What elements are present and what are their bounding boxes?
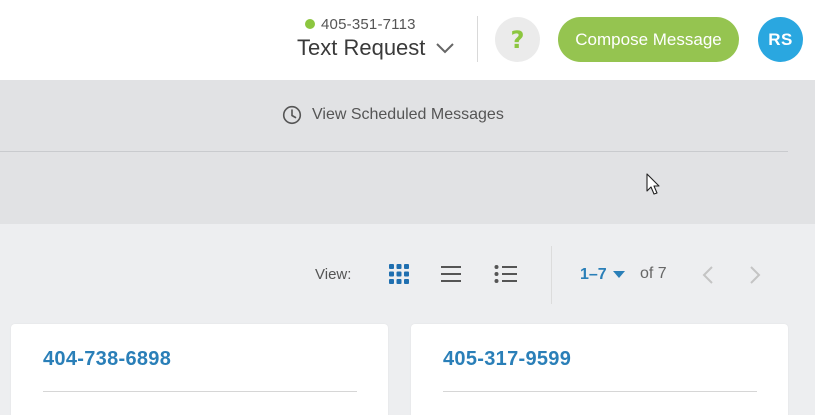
mouse-cursor-icon <box>646 173 660 195</box>
account-phone-number: 405-351-7113 <box>321 15 416 33</box>
list-view-icon <box>441 266 461 282</box>
caret-down-icon <box>612 271 625 278</box>
account-name: Text Request <box>297 35 426 60</box>
help-button[interactable]: ? <box>495 17 540 62</box>
list-view-button[interactable] <box>438 262 464 286</box>
chevron-down-icon[interactable] <box>435 41 455 55</box>
previous-page-button[interactable] <box>698 264 718 286</box>
card-phone-number[interactable]: 405-317-9599 <box>443 348 571 371</box>
compose-message-button[interactable]: Compose Message <box>558 17 739 62</box>
page-range: 1–7 <box>580 266 607 283</box>
conversation-card[interactable]: 404-738-6898 <box>11 324 388 415</box>
card-phone-number[interactable]: 404-738-6898 <box>43 348 171 371</box>
card-divider <box>443 391 757 392</box>
top-header: 405-351-7113 Text Request ? Compose Mess… <box>0 0 815 80</box>
scheduled-messages-label: View Scheduled Messages <box>312 106 504 123</box>
clock-icon <box>282 105 302 125</box>
chevron-right-icon <box>750 266 761 284</box>
page-range-selector[interactable]: 1–7 <box>580 265 625 285</box>
card-divider <box>43 391 357 392</box>
account-phone-row: 405-351-7113 <box>305 15 416 33</box>
next-page-button[interactable] <box>745 264 765 286</box>
grid-view-button[interactable] <box>386 262 412 286</box>
account-name-row: Text Request <box>297 34 455 62</box>
header-divider <box>477 16 478 62</box>
detail-list-view-icon <box>494 265 517 283</box>
view-label: View: <box>315 266 352 283</box>
grid-view-icon <box>389 264 409 284</box>
online-status-dot <box>305 19 315 29</box>
user-avatar[interactable]: RS <box>758 17 803 62</box>
section-divider <box>0 151 788 152</box>
account-switcher[interactable]: 405-351-7113 Text Request <box>297 12 465 64</box>
toolbar-divider <box>551 246 552 304</box>
detail-list-view-button[interactable] <box>493 262 519 286</box>
view-scheduled-messages-link[interactable]: View Scheduled Messages <box>282 104 504 126</box>
page-total: of 7 <box>640 265 667 282</box>
chevron-left-icon <box>702 266 713 284</box>
conversation-card[interactable]: 405-317-9599 <box>411 324 788 415</box>
scheduled-messages-bar <box>0 80 815 224</box>
